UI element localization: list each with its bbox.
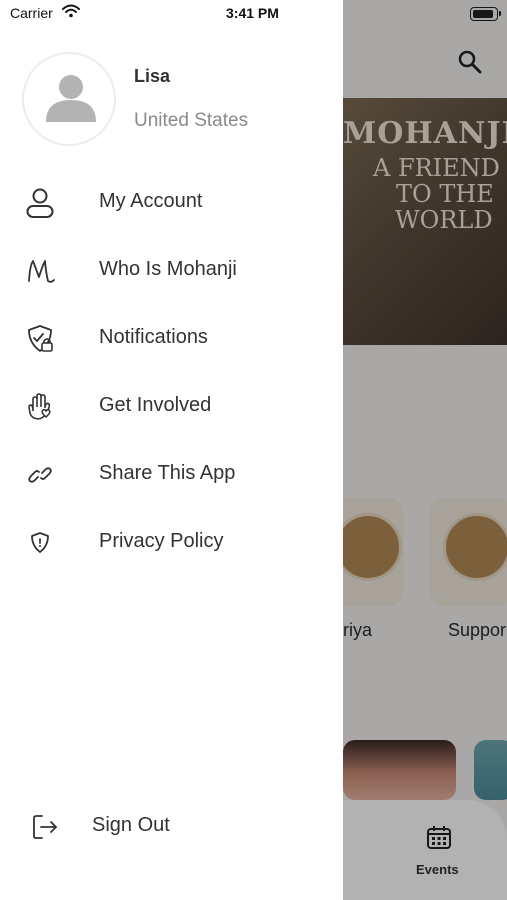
menu-item-share-this-app[interactable]: Share This App — [0, 448, 343, 500]
menu-item-notifications[interactable]: Notifications — [0, 312, 343, 364]
menu-item-label: Privacy Policy — [99, 530, 224, 552]
user-icon — [26, 188, 54, 218]
side-drawer: Carrier 3:41 PM Lisa United States My Ac… — [0, 0, 343, 900]
sign-out-button[interactable]: Sign Out — [0, 800, 343, 852]
menu-item-my-account[interactable]: My Account — [0, 176, 343, 228]
menu-item-label: Get Involved — [99, 394, 212, 416]
menu-item-who-is-mohanji[interactable]: Who Is Mohanji — [0, 244, 343, 296]
drawer-overlay[interactable] — [343, 0, 507, 900]
carrier-label: Carrier — [10, 5, 53, 21]
menu-item-privacy-policy[interactable]: Privacy Policy — [0, 516, 343, 568]
shield-icon — [31, 532, 49, 553]
profile-country: United States — [134, 110, 249, 131]
status-time: 3:41 PM — [226, 5, 279, 21]
logout-icon — [33, 815, 57, 839]
menu-item-get-involved[interactable]: Get Involved — [0, 380, 343, 432]
shield-lock-icon — [28, 325, 53, 352]
menu-item-label: Who Is Mohanji — [99, 258, 237, 280]
sign-out-label: Sign Out — [92, 814, 170, 836]
menu-item-label: Share This App — [99, 462, 236, 484]
profile-name: Lisa — [134, 66, 171, 86]
wifi-icon — [62, 4, 80, 18]
user-silhouette-icon — [46, 75, 96, 122]
avatar[interactable] — [22, 52, 116, 146]
menu-item-label: My Account — [99, 190, 203, 212]
menu-item-label: Notifications — [99, 326, 208, 348]
hand-heart-icon — [28, 393, 51, 420]
link-icon — [28, 467, 52, 483]
mohanji-logo-icon — [28, 260, 55, 283]
